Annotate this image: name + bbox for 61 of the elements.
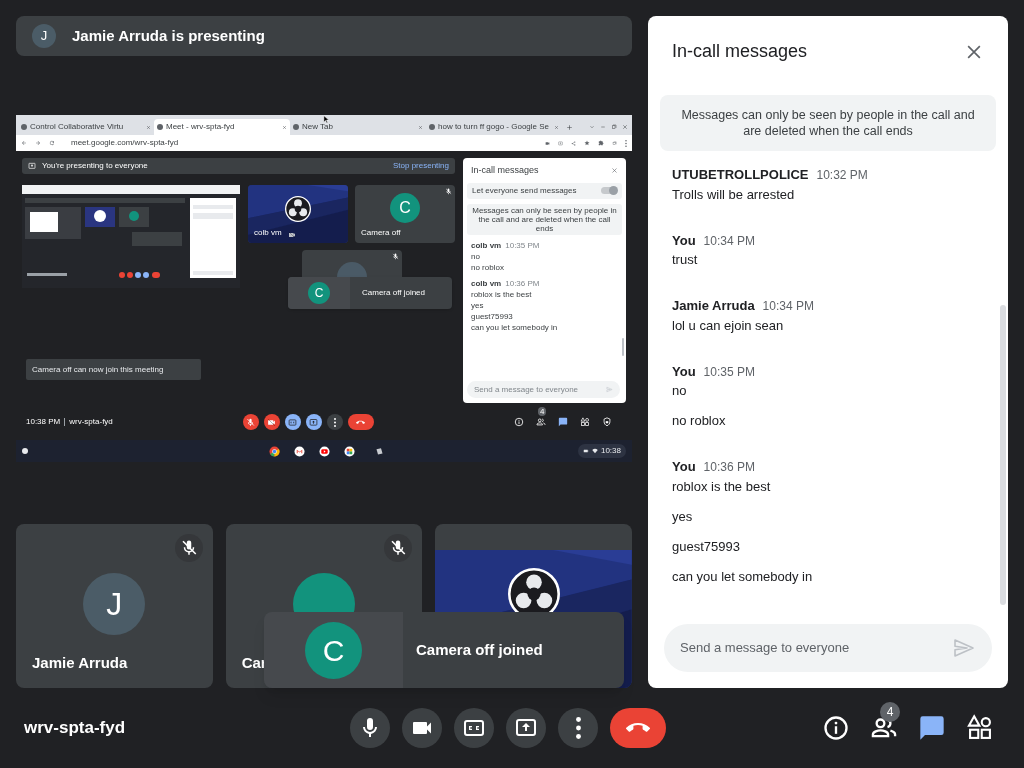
panel-title: In-call messages [471, 164, 539, 177]
chat-message: no roblox [672, 412, 727, 430]
sender-name: Jamie Arruda [672, 297, 755, 315]
chat-message: guest75993 [471, 311, 514, 322]
sender-name: UTUBETROLLPOLICE [672, 166, 809, 184]
stop-presenting-link[interactable]: Stop presenting [392, 160, 449, 172]
chat-message: Trolls will be arrested [672, 185, 796, 204]
notice-text: Messages can only be seen by people in the call and are deleted when the call ends [660, 95, 996, 151]
notice-text: Messages can only be seen by people in the call and are deleted when the call ends [467, 203, 622, 235]
sender-name: You [672, 362, 696, 381]
chat-message: trust [672, 251, 699, 269]
toast-message: Camera off can now join this meeting [26, 359, 201, 380]
notification-text: Camera off joined [362, 287, 425, 299]
browser-tab[interactable]: Meet - wrv-spta-fyd [154, 119, 290, 135]
chat-message: guest75993 [672, 537, 741, 556]
clock-text: 10:38 PM [26, 416, 61, 428]
message-time: 10:34 PM [703, 232, 755, 250]
participant-name: Jamie Arruda [32, 652, 128, 673]
browser-tab[interactable]: how to turn ff gogo - Google Se [426, 119, 562, 135]
chat-message: can you let somebody in [672, 567, 814, 586]
chat-message: yes [672, 507, 694, 526]
toggle-label: Let everyone send messages [472, 184, 577, 197]
avatar: C [305, 621, 362, 679]
avatar: J [83, 573, 146, 635]
message-time: 10:34 PM [762, 298, 814, 315]
browser-tab[interactable]: Control Collaborative Virtu [18, 119, 154, 135]
sender-name: colb vm [471, 277, 502, 290]
chat-message: no roblox [471, 262, 505, 273]
message-input[interactable]: Send a message to everyone [664, 624, 992, 672]
message-time: 10:36 PM [703, 459, 755, 476]
avatar: C [308, 282, 330, 304]
browser-tab[interactable]: New Tab [290, 119, 426, 135]
panel-title: In-call messages [672, 40, 808, 63]
avatar: J [32, 24, 56, 48]
count-badge: 4 [880, 702, 900, 722]
chat-message: lol u can ejoin sean [672, 316, 785, 335]
banner-text: Jamie Arruda is presenting [72, 25, 265, 46]
chat-message: yes [471, 300, 485, 311]
message-time: 10:32 PM [816, 167, 868, 184]
chat-message: can you let somebody in [471, 322, 559, 333]
meeting-code: wrv-spta-fyd [69, 416, 113, 428]
sender-name: colb vm [471, 239, 502, 252]
participant-name: Camera off [361, 227, 401, 239]
participant-name: colb vm [254, 227, 282, 239]
address-bar[interactable]: meet.google.com/wrv-spta-fyd [71, 137, 179, 149]
count-badge: 4 [538, 407, 547, 416]
message-time: 10:35 PM [703, 363, 755, 381]
avatar: C [390, 193, 420, 223]
message-time: 10:35 PM [505, 239, 540, 252]
chat-message: roblox is the best [672, 477, 772, 496]
chat-message: roblox is the best [471, 289, 533, 300]
message-time: 10:36 PM [505, 277, 540, 290]
notification-text: Camera off joined [416, 639, 543, 660]
sender-name: You [672, 231, 696, 250]
chat-message: no [471, 251, 481, 262]
meeting-code: wrv-spta-fyd [24, 717, 127, 740]
chat-message: no [672, 382, 688, 400]
sender-name: You [672, 458, 696, 476]
participant-name: Car [241, 652, 267, 673]
banner-text: You're presenting to everyone [42, 160, 148, 172]
message-input[interactable]: Send a message to everyone [467, 381, 620, 398]
